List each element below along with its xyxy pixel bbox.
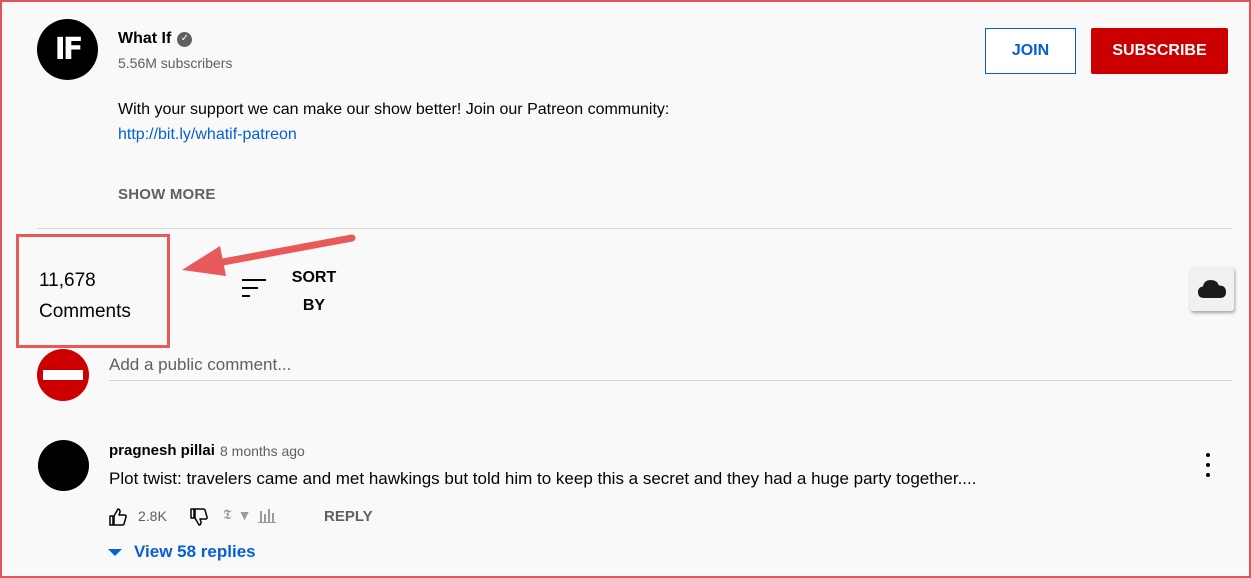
subscribe-button[interactable]: SUBSCRIBE [1091,28,1228,74]
bar-chart-icon[interactable] [257,507,277,523]
comment-timestamp[interactable]: 8 months ago [220,443,305,459]
sort-label-line2: BY [302,297,326,314]
thumbs-up-icon[interactable] [108,507,128,527]
no-entry-icon [43,368,83,382]
join-button[interactable]: JOIN [985,28,1076,74]
comment-count-number: 11,678 [39,270,96,291]
reply-button[interactable]: REPLY [324,508,373,525]
channel-name-row: What If ✓ [118,30,193,48]
commenter-avatar[interactable] [38,440,89,491]
like-count: 2.8K [138,508,167,524]
caret-down-icon[interactable]: ▼ [238,507,252,523]
show-more-button[interactable]: SHOW MORE [118,186,216,203]
channel-avatar[interactable]: IF [37,19,98,80]
verified-checkmark-icon: ✓ [177,31,193,47]
cloud-button[interactable] [1190,267,1234,311]
patreon-link[interactable]: http://bit.ly/whatif-patreon [118,126,297,144]
sort-icon[interactable] [241,277,267,299]
divider [37,228,1232,229]
add-comment-input[interactable] [109,349,1232,381]
channel-name[interactable]: What If [118,30,171,48]
sort-by-button[interactable]: SORT BY [286,264,342,320]
comment-author[interactable]: pragnesh pillai [109,442,215,459]
sort-label-line1: SORT [291,269,337,286]
comment-count-label: Comments [39,301,131,322]
comment-count: 11,678 Comments [39,265,131,327]
translate-icon[interactable]: 𝕿 [223,506,232,523]
user-avatar [37,349,89,401]
caret-down-icon [108,548,122,556]
view-replies-label: View 58 replies [134,542,256,561]
thumbs-down-icon[interactable] [189,507,209,527]
subscriber-count: 5.56M subscribers [118,55,233,71]
comment-menu-kebab-icon[interactable] [1198,453,1218,477]
view-replies-button[interactable]: View 58 replies [108,542,256,562]
extension-icons: 𝕿 ▼ [223,506,277,523]
description-text: With your support we can make our show b… [118,101,670,118]
cloud-icon [1198,280,1226,298]
comment-text: Plot twist: travelers came and met hawki… [109,469,977,488]
